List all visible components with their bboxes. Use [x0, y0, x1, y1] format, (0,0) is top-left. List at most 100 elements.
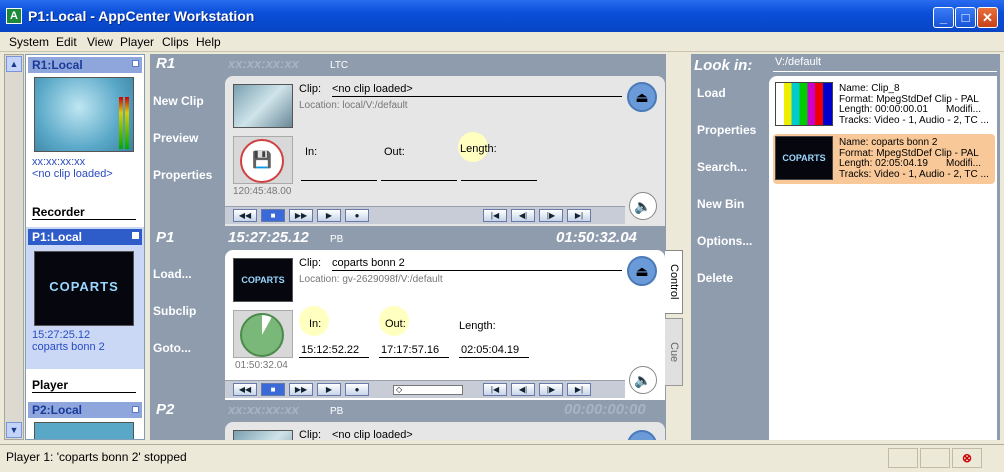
p2-remaining: 00:00:00:00 — [564, 401, 646, 418]
p1-clip-value[interactable]: coparts bonn 2 — [332, 257, 405, 269]
p1-transport-bar: ◀◀ ■ ▶▶ ▶ ● ◇ |◀ ◀| |▶ ▶| — [225, 380, 625, 398]
step-back-icon[interactable]: ◀| — [511, 209, 535, 222]
r1-in-field[interactable] — [301, 180, 377, 181]
bin-item-modified: Modifi... — [945, 158, 981, 169]
r1-clip-value[interactable]: <no clip loaded> — [332, 83, 413, 95]
rewind-icon[interactable]: ◀◀ — [233, 209, 257, 222]
goto-end-icon[interactable]: ▶| — [567, 209, 591, 222]
fast-forward-icon[interactable]: ▶▶ — [289, 209, 313, 222]
source-list-scrollbar[interactable]: ▲ ▼ — [4, 54, 24, 440]
r1-out-field[interactable] — [381, 180, 457, 181]
r1-control-panel: Clip: <no clip loaded> Location: local/V… — [225, 76, 665, 226]
subclip-button[interactable]: Subclip — [153, 304, 196, 318]
source-p1-header[interactable]: P1:Local — [28, 229, 142, 245]
menu-help[interactable]: Help — [196, 35, 221, 49]
step-back-icon[interactable]: ◀| — [511, 383, 535, 396]
bin-properties-button[interactable]: Properties — [697, 123, 756, 137]
audio-meter-left — [119, 97, 123, 149]
bin-item-coparts-bonn-2[interactable]: COPARTS Name: coparts bonn 2 Format: Mpe… — [773, 134, 995, 184]
menu-view[interactable]: View — [87, 35, 113, 49]
bin-load-button[interactable]: Load — [697, 86, 726, 100]
r1-speaker-icon[interactable]: 🔈 — [629, 192, 657, 220]
fast-forward-icon[interactable]: ▶▶ — [289, 383, 313, 396]
p1-dial-time: 01:50:32.04 — [235, 360, 288, 371]
window-title: P1:Local - AppCenter Workstation — [28, 8, 255, 24]
dial-icon[interactable] — [240, 313, 284, 357]
new-bin-button[interactable]: New Bin — [697, 197, 744, 211]
goto-start-icon[interactable]: |◀ — [483, 383, 507, 396]
p2-eject-icon[interactable]: ⏏ — [627, 430, 657, 440]
scroll-up-icon[interactable]: ▲ — [6, 56, 22, 72]
stop-icon[interactable]: ■ — [261, 383, 285, 396]
rewind-icon[interactable]: ◀◀ — [233, 383, 257, 396]
goto-start-icon[interactable]: |◀ — [483, 209, 507, 222]
p1-out-label: Out: — [385, 318, 406, 330]
close-button[interactable]: ✕ — [977, 7, 998, 28]
r1-in-label: In: — [305, 146, 318, 158]
step-forward-icon[interactable]: |▶ — [539, 383, 563, 396]
p2-clip-thumbnail — [233, 430, 293, 440]
maximize-button[interactable]: □ — [955, 7, 976, 28]
menu-player[interactable]: Player — [120, 35, 154, 49]
goto-button[interactable]: Goto... — [153, 341, 191, 355]
p1-clip-label: Clip: — [299, 257, 322, 269]
menu-edit[interactable]: Edit — [56, 35, 77, 49]
play-icon[interactable]: ▶ — [317, 209, 341, 222]
minimize-button[interactable]: _ — [933, 7, 954, 28]
p1-tc-type: PB — [330, 234, 344, 245]
record-icon[interactable]: ● — [345, 209, 369, 222]
step-forward-icon[interactable]: |▶ — [539, 209, 563, 222]
p1-speaker-icon[interactable]: 🔈 — [629, 366, 657, 394]
bin-item-details: Name: Clip_8 Format: MpegStdDef Clip - P… — [839, 83, 989, 126]
source-p2-name: P2:Local — [32, 403, 83, 417]
p1-name: P1 — [156, 229, 175, 246]
p1-out-value[interactable]: 17:17:57.16 — [381, 344, 439, 356]
r1-eject-icon[interactable]: ⏏ — [627, 82, 657, 112]
bin-item-name: Name: Clip_8 — [839, 83, 900, 94]
source-list: R1:Local xx:xx:xx:xx <no clip loaded> Re… — [25, 54, 145, 440]
menu-clips[interactable]: Clips — [162, 35, 189, 49]
goto-end-icon[interactable]: ▶| — [567, 383, 591, 396]
status-cell — [920, 448, 950, 468]
stop-icon[interactable]: ■ — [261, 209, 285, 222]
source-r1-header[interactable]: R1:Local — [28, 57, 142, 73]
source-p1-name: P1:Local — [32, 230, 83, 244]
preview-button[interactable]: Preview — [153, 131, 198, 145]
p1-in-value[interactable]: 15:12:52.22 — [301, 344, 359, 356]
delete-button[interactable]: Delete — [697, 271, 733, 285]
new-clip-button[interactable]: New Clip — [153, 94, 204, 108]
r1-clip-underline — [332, 96, 622, 97]
load-button[interactable]: Load... — [153, 267, 192, 281]
p1-shuttle-slider[interactable]: ◇ — [393, 385, 463, 395]
p1-control-panel: COPARTS Clip: coparts bonn 2 Location: g… — [225, 250, 665, 400]
tab-control[interactable]: Control — [665, 250, 683, 314]
play-icon[interactable]: ▶ — [317, 383, 341, 396]
bin-path-field[interactable]: V:/default — [773, 56, 997, 72]
scroll-down-icon[interactable]: ▼ — [6, 422, 22, 438]
record-icon[interactable]: ● — [345, 383, 369, 396]
bin-pane: Look in: V:/default Load Properties Sear… — [691, 54, 1000, 440]
source-p1-timecode: 15:27:25.12 — [32, 329, 91, 341]
shuttle-handle-icon[interactable]: ◇ — [396, 386, 402, 394]
menu-system[interactable]: System — [9, 35, 49, 49]
options-button[interactable]: Options... — [697, 234, 752, 248]
r1-length-field[interactable] — [461, 180, 537, 181]
source-p2-header[interactable]: P2:Local — [28, 402, 142, 418]
search-button[interactable]: Search... — [697, 160, 747, 174]
source-r1-clip: <no clip loaded> — [32, 168, 113, 180]
p2-clip-value[interactable]: <no clip loaded> — [332, 429, 413, 440]
error-icon[interactable]: ⊗ — [952, 448, 982, 468]
r1-out-label: Out: — [384, 146, 405, 158]
save-icon[interactable]: 💾 — [240, 139, 284, 183]
source-p1-thumbnail[interactable]: COPARTS — [34, 251, 134, 326]
audio-meter-right — [125, 97, 129, 149]
p2-timecode: xx:xx:xx:xx — [228, 402, 299, 417]
p1-length-value: 02:05:04.19 — [461, 344, 520, 356]
bin-item-clip-8[interactable]: Name: Clip_8 Format: MpegStdDef Clip - P… — [773, 80, 995, 130]
source-p2-thumbnail[interactable] — [34, 422, 134, 439]
section-player: Player — [32, 378, 136, 393]
r1-properties-button[interactable]: Properties — [153, 168, 212, 182]
p1-eject-icon[interactable]: ⏏ — [627, 256, 657, 286]
bin-item-length: Length: 02:05:04.19 — [839, 158, 928, 169]
tab-cue[interactable]: Cue — [665, 318, 683, 386]
